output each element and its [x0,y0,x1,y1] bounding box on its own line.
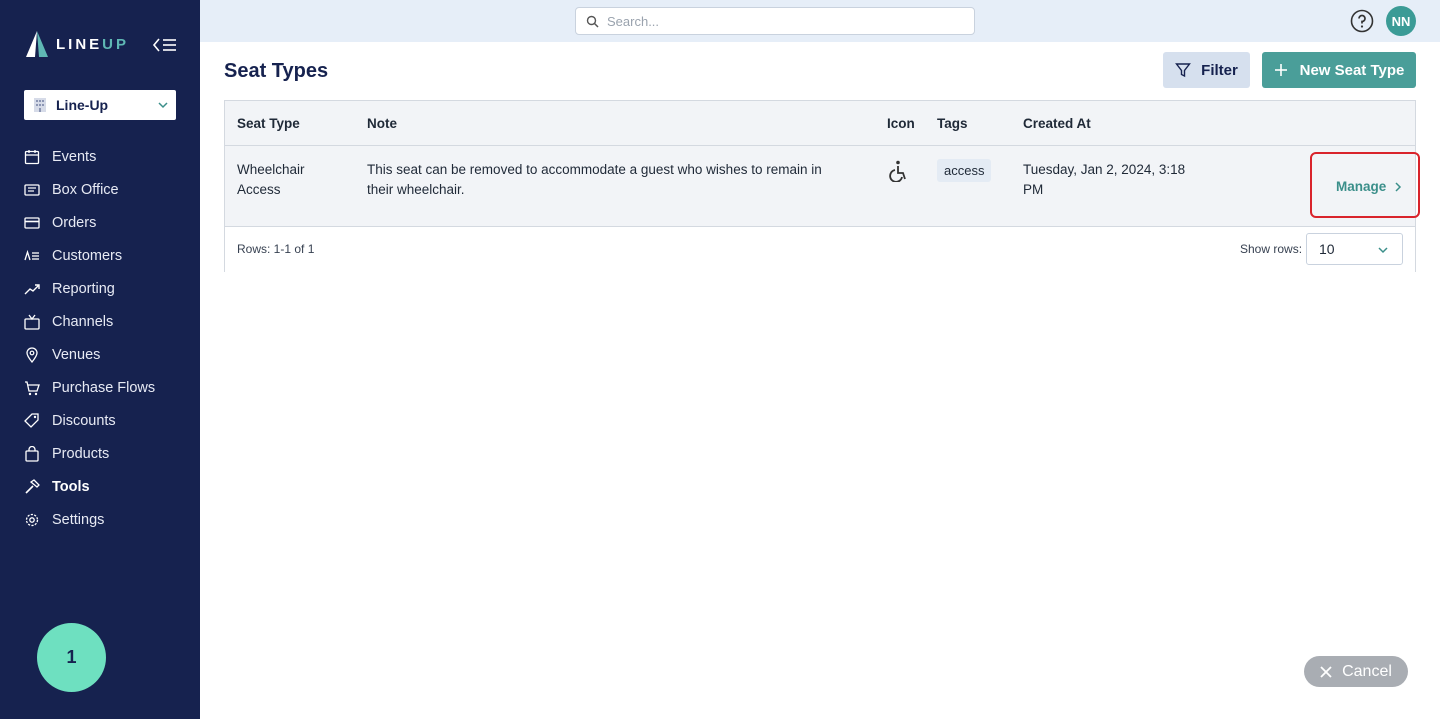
chevron-down-icon [158,102,168,109]
sidebar-item-venues[interactable]: Venues [0,338,200,371]
trend-chart-icon [24,283,40,294]
sidebar-item-reporting[interactable]: Reporting [0,272,200,305]
sidebar-item-discounts[interactable]: Discounts [0,404,200,437]
created-at-cell: Tuesday, Jan 2, 2024, 3:18 PM [1023,162,1186,197]
sidebar-item-label: Box Office [52,181,119,198]
column-header-icon[interactable]: Icon [887,116,915,131]
step-badge: 1 [37,623,106,692]
note-cell: This seat can be removed to accommodate … [367,162,822,197]
sidebar-item-tools[interactable]: Tools [0,470,200,503]
help-icon[interactable] [1350,9,1374,33]
column-header-seat-type[interactable]: Seat Type [237,116,300,131]
organization-select[interactable]: Line-Up [24,90,176,120]
wheelchair-icon [889,160,906,182]
sidebar-item-orders[interactable]: Orders [0,206,200,239]
map-pin-icon [26,346,38,363]
chevron-down-icon [1378,247,1388,254]
sidebar-item-label: Channels [52,313,114,330]
seat-type-cell: Wheelchair Access [237,162,305,197]
table-row[interactable]: Wheelchair Access This seat can be remov… [225,146,1415,227]
tag-badge: access [937,159,992,182]
cart-icon [25,380,40,395]
search-input[interactable] [607,13,947,29]
sidebar-item-purchase-flows[interactable]: Purchase Flows [0,371,200,404]
column-header-tags[interactable]: Tags [937,116,968,131]
sidebar-item-channels[interactable]: Channels [0,305,200,338]
manage-label: Manage [1336,179,1387,194]
sidebar-item-label: Discounts [52,412,116,429]
filter-button-label: Filter [1201,61,1238,79]
collapse-menu-icon [152,38,176,52]
cancel-button[interactable]: Cancel [1304,656,1408,687]
sidebar-item-settings[interactable]: Settings [0,503,200,536]
sidebar-item-label: Customers [52,247,123,264]
hammer-icon [25,478,40,494]
ticket-icon [24,183,40,196]
tv-icon [24,314,40,330]
sidebar: LINEUP Line-Up Events Box Office Orders … [0,0,200,719]
lineup-logo-icon [26,31,48,57]
sidebar-item-label: Orders [52,214,97,231]
top-bar: NN [200,0,1440,42]
table-footer: Rows: 1-1 of 1 Show rows: 10 [225,227,1415,272]
calendar-icon [24,149,40,164]
manage-link[interactable]: Manage [1336,179,1402,194]
plus-icon [1274,64,1287,76]
page-title: Seat Types [224,60,329,82]
brand-name: LINEUP [56,35,130,53]
rows-per-page-select[interactable]: 10 [1306,233,1403,265]
search-icon [586,15,599,28]
sidebar-item-label: Events [52,148,97,165]
rows-count: Rows: 1-1 of 1 [237,242,315,256]
filter-button[interactable]: Filter [1163,52,1250,88]
rows-per-page-value: 10 [1319,241,1335,257]
user-avatar[interactable]: NN [1386,6,1416,36]
shopping-bag-icon [25,445,39,462]
brand-logo[interactable]: LINEUP [24,30,129,58]
building-icon [34,98,46,112]
column-header-note[interactable]: Note [367,116,397,131]
sidebar-item-label: Settings [52,511,105,528]
sidebar-item-label: Purchase Flows [52,379,156,396]
sidebar-item-label: Venues [52,346,101,363]
close-icon [1320,665,1332,678]
customers-list-icon [24,249,39,260]
sidebar-item-events[interactable]: Events [0,140,200,173]
new-seat-type-label: New Seat Type [1299,61,1405,79]
seat-types-table: Seat Type Note Icon Tags Created At Whee… [224,100,1416,272]
sidebar-item-products[interactable]: Products [0,437,200,470]
chevron-right-icon [1395,181,1402,192]
table-header: Seat Type Note Icon Tags Created At [225,101,1415,146]
column-header-created-at[interactable]: Created At [1023,116,1091,131]
new-seat-type-button[interactable]: New Seat Type [1262,52,1416,88]
sidebar-item-label: Products [52,445,110,462]
collapse-sidebar-button[interactable] [152,35,178,55]
credit-card-icon [24,216,40,229]
sidebar-item-box-office[interactable]: Box Office [0,173,200,206]
sidebar-item-label: Reporting [52,280,115,297]
organization-name: Line-Up [56,97,109,113]
sidebar-item-label: Tools [52,478,90,495]
search-box[interactable] [575,7,975,35]
sidebar-item-customers[interactable]: Customers [0,239,200,272]
show-rows-label: Show rows: [1240,242,1303,256]
tags-icon [24,412,39,428]
gear-icon [25,513,39,526]
cancel-label: Cancel [1342,662,1392,680]
filter-icon [1175,63,1192,78]
sidebar-nav: Events Box Office Orders Customers Repor… [0,140,200,536]
